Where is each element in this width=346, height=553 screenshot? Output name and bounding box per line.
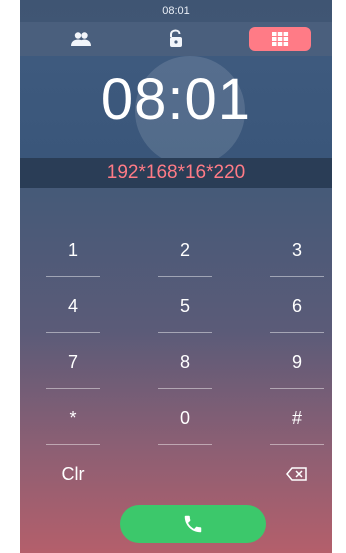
key-hash[interactable]: #: [270, 390, 324, 446]
key-star[interactable]: *: [46, 390, 100, 446]
key-divider: [158, 444, 212, 445]
key-3[interactable]: 3: [270, 222, 324, 278]
phone-icon: [184, 515, 202, 533]
nav-contacts-button[interactable]: [50, 27, 112, 51]
status-bar: 08:01: [20, 0, 332, 22]
key-divider: [46, 276, 100, 277]
key-0[interactable]: 0: [158, 390, 212, 446]
key-7[interactable]: 7: [46, 334, 100, 390]
nav-dialpad-button[interactable]: [249, 27, 311, 51]
key-6[interactable]: 6: [270, 278, 324, 334]
key-divider: [270, 388, 324, 389]
clock-panel: 08:01: [20, 56, 332, 158]
key-9[interactable]: 9: [270, 334, 324, 390]
key-divider: [46, 332, 100, 333]
key-4[interactable]: 4: [46, 278, 100, 334]
key-divider: [46, 444, 100, 445]
clock-time: 08:01: [100, 67, 252, 132]
clear-button[interactable]: Clr: [46, 446, 100, 502]
call-button[interactable]: [120, 505, 266, 543]
key-divider: [270, 444, 324, 445]
key-8[interactable]: 8: [158, 334, 212, 390]
contacts-icon: [71, 32, 91, 46]
key-divider: [270, 332, 324, 333]
backspace-icon: [286, 467, 307, 481]
backspace-button[interactable]: [270, 446, 324, 502]
intercom-device-screen: 08:01 08:01 192*168*16*220 1 2 3 4 5 6 7…: [20, 0, 332, 553]
unlock-icon: [170, 29, 182, 47]
nav-unlock-button[interactable]: [145, 27, 207, 51]
key-divider: [46, 388, 100, 389]
key-divider: [158, 276, 212, 277]
key-5[interactable]: 5: [158, 278, 212, 334]
top-nav: [20, 22, 332, 56]
key-divider: [270, 276, 324, 277]
key-divider: [158, 332, 212, 333]
status-time: 08:01: [162, 5, 190, 17]
key-1[interactable]: 1: [46, 222, 100, 278]
dial-input-display: 192*168*16*220: [20, 158, 332, 188]
key-2[interactable]: 2: [158, 222, 212, 278]
dialpad-icon: [272, 32, 289, 46]
key-divider: [158, 388, 212, 389]
